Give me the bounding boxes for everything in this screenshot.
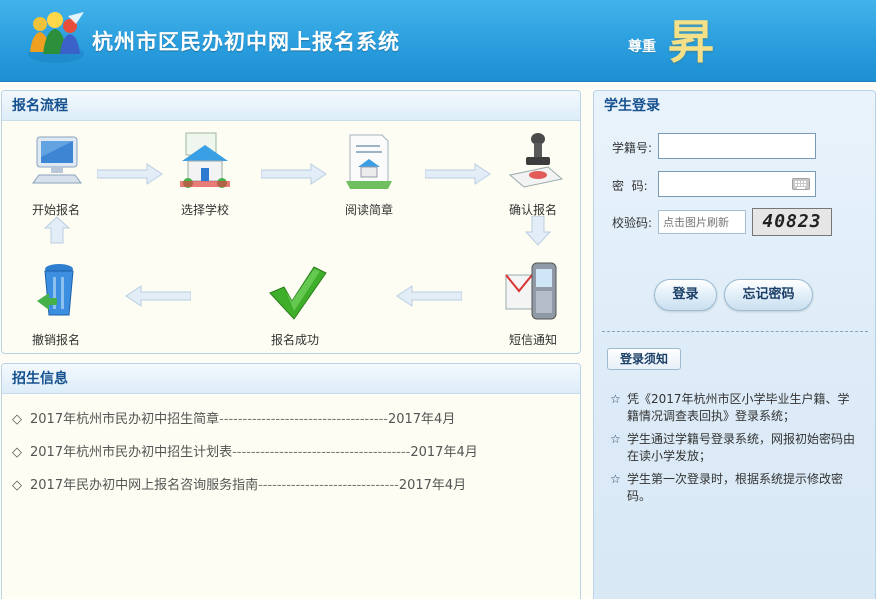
- computer-icon: [11, 131, 101, 195]
- list-item[interactable]: ◇ 2017年民办初中网上报名咨询服务指南--------------------…: [12, 476, 572, 509]
- star-icon: ☆: [610, 472, 621, 486]
- captcha-input[interactable]: [658, 210, 746, 234]
- checkmark-icon: [250, 261, 340, 325]
- diamond-bullet-icon: ◇: [12, 412, 22, 427]
- document-icon: [324, 131, 414, 195]
- login-notice-button[interactable]: 登录须知: [607, 348, 681, 370]
- news-dash: ------------------------------------: [219, 412, 388, 427]
- student-id-label: 学籍号:: [612, 141, 653, 155]
- arrow-left-icon: [125, 285, 192, 310]
- flow-step-label: 报名成功: [270, 333, 319, 347]
- login-panel-title: 学生登录: [604, 98, 660, 114]
- keyboard-icon[interactable]: [792, 178, 810, 190]
- registration-flow-panel: 报名流程 开始报名 选择学校 阅读简章 确认报名 撤销报名 报名成功 短信通知: [1, 90, 581, 354]
- news-dash: --------------------------------------: [232, 445, 411, 460]
- captcha-row: 校验码: 40823: [594, 208, 875, 236]
- people-logo-icon: [24, 10, 86, 66]
- notice-text: 学生通过学籍号登录系统，网报初始密码由在读小学发放；: [627, 432, 856, 463]
- recycle-bin-icon: [11, 261, 101, 325]
- login-notice-list: ☆ 凭《2017年杭州市区小学毕业生户籍、学籍情况调查表回执》登录系统； ☆ 学…: [610, 391, 860, 511]
- flow-step-label: 撤销报名: [31, 333, 80, 347]
- arrow-left-icon: [396, 285, 463, 310]
- admission-info-panel: 招生信息 ◇ 2017年杭州市民办初中招生简章------------------…: [1, 363, 581, 599]
- site-header: 杭州市区民办初中网上报名系统 尊重 昇: [0, 0, 876, 82]
- slogan-big-text: 昇: [668, 15, 714, 69]
- school-icon: [160, 131, 250, 195]
- flow-step-label: 选择学校: [180, 203, 229, 217]
- star-icon: ☆: [610, 432, 621, 446]
- stamp-icon: [488, 131, 578, 195]
- news-link[interactable]: 2017年杭州市民办初中招生简章: [30, 412, 219, 427]
- student-id-row: 学籍号:: [594, 133, 875, 161]
- news-date: 2017年4月: [387, 412, 456, 427]
- arrow-right-icon: [260, 163, 327, 188]
- list-item: ☆ 学生第一次登录时，根据系统提示修改密码。: [610, 471, 860, 505]
- news-link[interactable]: 2017年杭州市民办初中招生计划表: [30, 445, 232, 460]
- star-icon: ☆: [610, 392, 621, 406]
- slogan-small-text: 尊重: [628, 39, 656, 55]
- captcha-image[interactable]: 40823: [752, 208, 832, 236]
- news-list: ◇ 2017年杭州市民办初中招生简章-----------------------…: [12, 410, 572, 509]
- news-date: 2017年4月: [398, 478, 467, 493]
- notice-text: 凭《2017年杭州市区小学毕业生户籍、学籍情况调查表回执》登录系统；: [627, 392, 850, 423]
- list-item: ☆ 凭《2017年杭州市区小学毕业生户籍、学籍情况调查表回执》登录系统；: [610, 391, 860, 425]
- list-item[interactable]: ◇ 2017年杭州市民办初中招生简章-----------------------…: [12, 410, 572, 443]
- phone-message-icon: [488, 261, 578, 325]
- flow-step-label: 阅读简章: [344, 203, 393, 217]
- news-link[interactable]: 2017年民办初中网上报名咨询服务指南: [30, 478, 258, 493]
- news-dash: ------------------------------: [258, 478, 399, 493]
- arrow-right-icon: [96, 163, 163, 188]
- news-panel-title: 招生信息: [2, 364, 580, 394]
- news-date: 2017年4月: [410, 445, 478, 460]
- forgot-password-button[interactable]: 忘记密码: [724, 279, 813, 311]
- arrow-up-icon: [43, 216, 71, 247]
- flow-step-label: 短信通知: [508, 333, 557, 347]
- arrow-right-icon: [424, 163, 491, 188]
- login-button[interactable]: 登录: [654, 279, 717, 311]
- slogan-logo: 尊重 昇: [628, 12, 738, 74]
- student-login-panel: 学生登录 学籍号: 密 码: 校验码: 40823 登录 忘记密码 登录须知 ☆…: [593, 90, 876, 599]
- diamond-bullet-icon: ◇: [12, 445, 22, 460]
- arrow-down-icon: [524, 215, 552, 249]
- site-title: 杭州市区民办初中网上报名系统: [92, 30, 400, 54]
- notice-text: 学生第一次登录时，根据系统提示修改密码。: [627, 472, 844, 503]
- divider: [602, 331, 868, 332]
- captcha-label: 校验码:: [612, 216, 653, 230]
- list-item[interactable]: ◇ 2017年杭州市民办初中招生计划表----------------------…: [12, 443, 572, 476]
- diamond-bullet-icon: ◇: [12, 478, 22, 493]
- password-row: 密 码:: [594, 171, 875, 199]
- student-id-input[interactable]: [658, 133, 816, 159]
- password-label: 密 码:: [612, 179, 648, 193]
- flow-panel-title: 报名流程: [2, 91, 580, 121]
- list-item: ☆ 学生通过学籍号登录系统，网报初始密码由在读小学发放；: [610, 431, 860, 465]
